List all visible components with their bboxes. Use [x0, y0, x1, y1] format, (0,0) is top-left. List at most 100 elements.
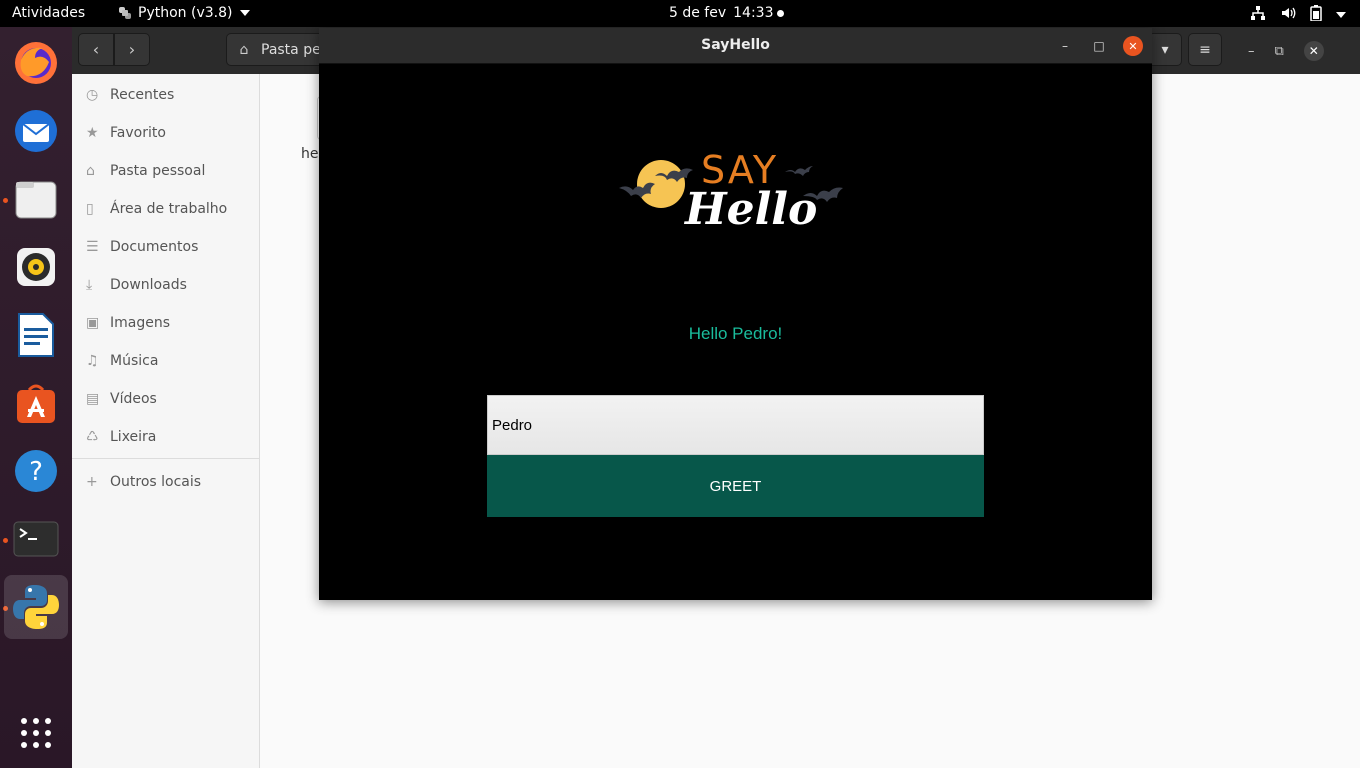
maximize-icon: □ — [1093, 39, 1105, 53]
clock-date: 5 de fev — [669, 5, 727, 21]
python-icon — [13, 585, 59, 629]
sidebar-item-label: Documentos — [110, 239, 199, 255]
star-icon: ★ — [86, 125, 99, 141]
maximize-button[interactable]: □ — [1089, 36, 1109, 56]
top-bar: Atividades Python (v3.8) 5 de fev 14:33 — [0, 0, 1360, 27]
sidebar-item-label: Favorito — [110, 125, 166, 141]
close-button[interactable]: ✕ — [1123, 36, 1143, 56]
chevron-left-icon: ‹ — [92, 40, 100, 59]
network-icon — [1250, 5, 1266, 25]
system-tray[interactable] — [1250, 5, 1346, 25]
places-sidebar: ◷ Recentes ★ Favorito ⌂ Pasta pessoal ▯ Área… — [72, 74, 260, 768]
minimize-icon: – — [1062, 39, 1068, 53]
file-manager-window-controls: – ⧉ ✕ — [1248, 41, 1324, 61]
sidebar-item-recentes[interactable]: ◷ Recentes — [72, 76, 259, 114]
sidebar-item-documentos[interactable]: ☰ Documentos — [72, 228, 259, 266]
dock-python[interactable] — [4, 575, 68, 639]
clock[interactable]: 5 de fev 14:33 — [669, 5, 774, 21]
dock-terminal[interactable] — [8, 511, 64, 567]
document-icon: ☰ — [86, 239, 99, 255]
python-app-icon — [119, 7, 131, 19]
help-icon: ? — [15, 450, 57, 492]
svg-text:?: ? — [29, 457, 43, 487]
path-label: Pasta pe — [261, 41, 321, 58]
sidebar-item-label: Área de trabalho — [110, 201, 228, 217]
sidebar-item-label: Outros locais — [110, 474, 202, 490]
home-icon: ⌂ — [239, 41, 249, 58]
sidebar-item-outros-locais[interactable]: + Outros locais — [72, 463, 259, 501]
sidebar-item-label: Downloads — [110, 277, 187, 293]
window-title: SayHello — [701, 37, 770, 53]
greet-button[interactable]: GREET — [487, 455, 984, 517]
writer-icon — [18, 313, 54, 357]
close-icon[interactable]: ✕ — [1303, 41, 1324, 61]
sidebar-item-videos[interactable]: ▤ Vídeos — [72, 380, 259, 418]
dock-firefox[interactable] — [8, 35, 64, 91]
back-button[interactable]: ‹ — [78, 33, 114, 66]
hamburger-icon: ≡ — [1199, 41, 1211, 58]
app-menu-label: Python (v3.8) — [138, 5, 233, 21]
dock-writer[interactable] — [8, 307, 64, 363]
sidebar-item-pasta-pessoal[interactable]: ⌂ Pasta pessoal — [72, 152, 259, 190]
sidebar-item-area-de-trabalho[interactable]: ▯ Área de trabalho — [72, 190, 259, 228]
trash-icon: ♺ — [86, 429, 99, 445]
volume-icon — [1280, 5, 1296, 25]
name-input[interactable] — [487, 395, 984, 455]
sayhello-logo: SAY Hello — [615, 146, 857, 250]
greeting-label: Hello Pedro! — [688, 324, 783, 343]
sidebar-item-label: Recentes — [110, 87, 175, 103]
forward-button[interactable]: › — [114, 33, 150, 66]
terminal-icon — [13, 521, 59, 557]
clock-icon: ◷ — [86, 87, 99, 103]
battery-icon — [1310, 5, 1322, 25]
dock-files[interactable] — [8, 171, 64, 227]
video-icon: ▤ — [86, 391, 100, 407]
header-right-buttons: ▾ ≡ — [1148, 33, 1222, 66]
files-icon — [15, 181, 57, 219]
minimize-icon[interactable]: – — [1248, 44, 1255, 59]
download-icon: ⤓ — [86, 277, 93, 293]
desktop-icon: ▯ — [86, 201, 94, 217]
sidebar-item-favorito[interactable]: ★ Favorito — [72, 114, 259, 152]
close-icon: ✕ — [1128, 39, 1138, 53]
image-icon: ▣ — [86, 315, 100, 331]
sidebar-item-lixeira[interactable]: ♺ Lixeira — [72, 418, 259, 456]
dock-software[interactable] — [8, 375, 64, 431]
activities-button[interactable]: Atividades — [12, 5, 85, 21]
logo-hello-text: Hello — [685, 184, 818, 235]
show-apps-icon — [21, 718, 51, 748]
dock-show-apps[interactable] — [8, 705, 64, 761]
sidebar-item-label: Pasta pessoal — [110, 163, 206, 179]
system-menu-chevron-icon — [1336, 12, 1346, 18]
chevron-down-icon: ▾ — [1161, 41, 1169, 58]
view-options-button[interactable]: ▾ — [1148, 33, 1182, 66]
sayhello-window: SayHello – □ ✕ SAY Hello Hello Pedro! GR… — [319, 28, 1152, 600]
dock-help[interactable]: ? — [8, 443, 64, 499]
software-icon — [17, 384, 55, 423]
sayhello-titlebar[interactable]: SayHello – □ ✕ — [319, 28, 1152, 64]
dock-rhythmbox[interactable] — [8, 239, 64, 295]
thunderbird-icon — [15, 110, 57, 152]
plus-icon: + — [86, 474, 98, 490]
dock-thunderbird[interactable] — [8, 103, 64, 159]
sayhello-content: SAY Hello Hello Pedro! GREET — [319, 64, 1152, 600]
chevron-right-icon: › — [128, 40, 136, 59]
sidebar-item-downloads[interactable]: ⤓ Downloads — [72, 266, 259, 304]
sidebar-item-label: Lixeira — [110, 429, 157, 445]
nav-buttons: ‹ › — [78, 33, 150, 66]
sidebar-item-musica[interactable]: ♫ Música — [72, 342, 259, 380]
menu-button[interactable]: ≡ — [1188, 33, 1222, 66]
clock-time: 14:33 — [733, 5, 774, 21]
chevron-down-icon — [240, 10, 251, 16]
music-icon: ♫ — [86, 353, 99, 369]
sidebar-item-label: Música — [110, 353, 159, 369]
restore-icon[interactable]: ⧉ — [1275, 44, 1284, 59]
sidebar-divider — [72, 458, 259, 459]
sidebar-item-label: Imagens — [110, 315, 171, 331]
minimize-button[interactable]: – — [1055, 36, 1075, 56]
sidebar-item-imagens[interactable]: ▣ Imagens — [72, 304, 259, 342]
rhythmbox-icon — [17, 248, 55, 286]
notification-dot-icon — [777, 10, 784, 17]
firefox-icon — [15, 42, 57, 84]
app-menu[interactable]: Python (v3.8) — [118, 5, 251, 21]
